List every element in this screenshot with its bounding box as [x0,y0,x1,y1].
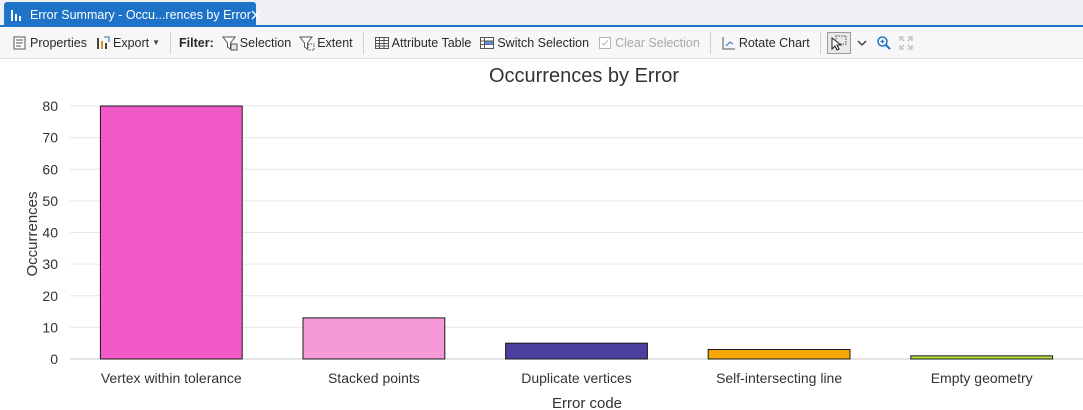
switch-selection-label: Switch Selection [497,35,590,50]
bar[interactable] [910,355,1054,360]
table-icon [374,36,389,49]
chart-title: Occurrences by Error [489,65,679,87]
filter-extent-label: Extent [317,35,353,50]
chevron-down-icon: ▼ [152,38,161,47]
select-tool-button[interactable] [826,31,851,54]
tab-title: Error Summary - Occu...rences by Error [30,7,251,22]
chart-area: Occurrences by Error 0 10 20 30 40 50 60 70 80 V… [0,59,1083,410]
full-extent-icon[interactable] [895,31,917,55]
y-tick-label: 20 [42,288,58,304]
zoom-in-icon[interactable] [873,31,895,55]
switch-selection-button[interactable]: Switch Selection [475,31,593,55]
y-tick-label: 40 [42,225,58,241]
filter-extent-button[interactable]: Extent [295,31,356,55]
bar[interactable] [505,342,648,360]
clear-selection-icon [599,36,612,49]
filter-selection-icon [221,36,238,50]
filter-selection-button[interactable]: Selection [218,31,295,55]
x-tick-label: Vertex within tolerance [101,370,242,386]
rotate-chart-label: Rotate Chart [738,35,810,50]
bar[interactable] [707,349,851,360]
y-tick-label: 80 [42,98,58,114]
toolbar-divider [362,31,364,54]
tab-error-summary[interactable]: Error Summary - Occu...rences by Error [4,2,261,27]
cursor-select-icon [831,35,847,51]
x-tick-label: Duplicate vertices [521,370,632,386]
export-button[interactable]: Export ▼ [91,31,164,55]
attribute-table-label: Attribute Table [391,35,472,50]
properties-label: Properties [30,35,87,50]
y-axis-label: Occurrences [24,191,41,276]
bar[interactable] [99,105,243,360]
chart-toolbar: Properties Export ▼ Filter: Selection Ex… [0,27,1083,59]
bar-chart: Occurrences by Error 0 10 20 30 40 50 60 70 80 V… [24,65,1083,410]
x-tick-label: Empty geometry [931,370,1033,386]
y-tick-label: 0 [50,351,58,367]
clear-selection-label: Clear Selection [615,35,700,50]
properties-icon [13,36,26,49]
filter-extent-icon [299,36,315,50]
y-tick-label: 60 [42,161,58,177]
toolbar-divider [170,31,172,54]
export-label: Export [112,35,150,50]
rotate-chart-button[interactable]: Rotate Chart [717,31,814,55]
y-tick-label: 30 [42,256,58,272]
tab-strip: Error Summary - Occu...rences by Error [0,0,1083,27]
switch-selection-icon [480,36,495,49]
filter-selection-label: Selection [239,35,292,50]
y-tick-label: 50 [42,193,58,209]
x-tick-label: Stacked points [328,370,420,386]
bar[interactable] [302,317,446,360]
rotate-chart-icon [722,36,735,49]
clear-selection-button[interactable]: Clear Selection [593,31,704,55]
y-tick-label: 70 [42,130,58,146]
toolbar-divider [709,31,711,54]
close-icon[interactable] [251,7,261,23]
filter-label: Filter: [179,35,214,50]
chevron-down-icon[interactable] [851,31,873,55]
attribute-table-button[interactable]: Attribute Table [370,31,476,55]
bar-chart-icon [10,8,24,22]
properties-button[interactable]: Properties [8,31,91,55]
toolbar-divider [819,31,821,54]
x-axis-label: Error code [552,395,622,410]
x-tick-label: Self-intersecting line [716,370,842,386]
export-icon [96,36,110,49]
y-tick-label: 10 [42,319,58,335]
